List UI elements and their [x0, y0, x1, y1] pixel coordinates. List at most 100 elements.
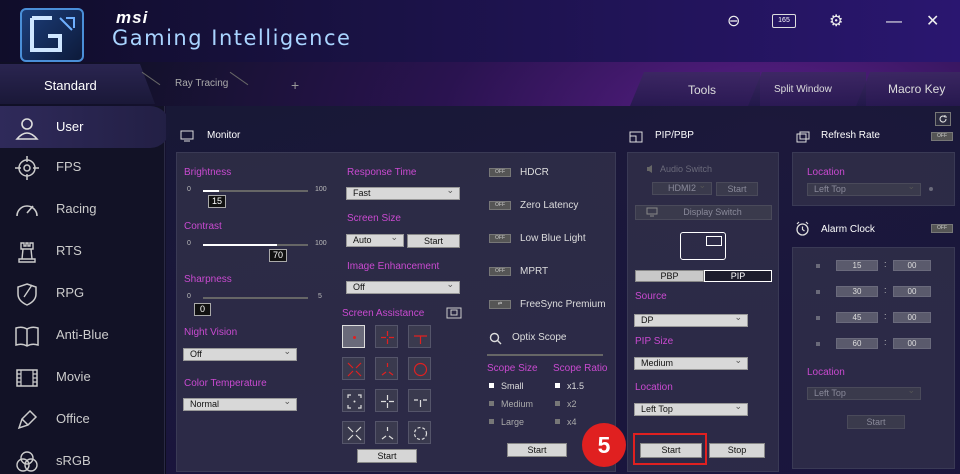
optix-scope-start-button[interactable]: Start: [507, 443, 567, 457]
step-callout-badge: 5: [582, 423, 626, 467]
crosshair-option-7[interactable]: [342, 389, 365, 412]
alarm-minutes-2[interactable]: 30: [836, 286, 878, 297]
sidebar-item-fps[interactable]: FPS: [0, 146, 165, 188]
screen-size-select[interactable]: Auto: [346, 232, 404, 247]
freesync-indicator: ⇄: [489, 300, 511, 309]
mprt-toggle[interactable]: OFF: [489, 267, 511, 276]
sidebar-item-user[interactable]: User: [0, 106, 170, 148]
tab-split-window[interactable]: Split Window: [748, 72, 866, 106]
audio-source-select[interactable]: HDMI2: [652, 180, 712, 195]
scope-ratio-x1-5-checkbox[interactable]: [555, 383, 560, 388]
sidebar-item-movie[interactable]: Movie: [0, 356, 165, 398]
scope-size-medium-checkbox[interactable]: [489, 401, 494, 406]
hdcr-toggle[interactable]: OFF: [489, 168, 511, 177]
color-temperature-select[interactable]: Normal: [183, 396, 297, 411]
sidebar-item-rts[interactable]: RTS: [0, 230, 165, 272]
time-separator: :: [884, 285, 887, 295]
screen-assistance-settings-icon[interactable]: [446, 307, 462, 319]
alarm-minutes-4[interactable]: 60: [836, 338, 878, 349]
night-vision-select[interactable]: Off: [183, 346, 297, 361]
add-tab-button[interactable]: +: [291, 77, 299, 93]
color-temperature-label: Color Temperature: [184, 378, 267, 389]
scope-size-small-checkbox[interactable]: [489, 383, 494, 388]
speedometer-icon: [16, 205, 38, 217]
sharpness-slider[interactable]: [203, 297, 308, 299]
low-blue-light-toggle[interactable]: OFF: [489, 234, 511, 243]
alarm-start-button[interactable]: Start: [847, 415, 905, 429]
scope-ratio-x2-label: x2: [567, 399, 577, 409]
time-separator: :: [884, 311, 887, 321]
alarm-minutes-1[interactable]: 15: [836, 260, 878, 271]
response-time-select[interactable]: Fast: [346, 185, 460, 200]
minimize-icon[interactable]: —: [886, 13, 902, 31]
sidebar-item-office[interactable]: Office: [0, 398, 165, 440]
crosshair-option-4[interactable]: [342, 357, 365, 380]
alarm-clock-panel: [792, 247, 955, 469]
alarm-radio-4[interactable]: [816, 342, 820, 346]
alarm-clock-toggle[interactable]: OFF: [931, 224, 953, 233]
alarm-location-select[interactable]: Left Top: [807, 385, 921, 400]
sidebar-item-anti-blue[interactable]: Anti-Blue: [0, 314, 165, 356]
alarm-seconds-1[interactable]: 00: [893, 260, 931, 271]
crosshair-option-1[interactable]: [342, 325, 365, 348]
minimize-to-tray-icon[interactable]: ⊖: [727, 11, 740, 31]
pip-size-select[interactable]: Medium: [634, 355, 748, 370]
close-icon[interactable]: ✕: [926, 11, 939, 31]
refresh-icon[interactable]: [935, 112, 951, 126]
alarm-minutes-3[interactable]: 45: [836, 312, 878, 323]
brightness-slider-fill: [203, 190, 219, 192]
crosshair-option-8[interactable]: [375, 389, 398, 412]
tab-standard[interactable]: Standard: [0, 64, 155, 104]
sidebar-item-racing[interactable]: Racing: [0, 188, 165, 230]
sidebar-item-rpg[interactable]: RPG: [0, 272, 165, 314]
alarm-radio-2[interactable]: [816, 290, 820, 294]
crosshair-option-11[interactable]: [375, 421, 398, 444]
screen-assistance-start-button[interactable]: Start: [357, 449, 417, 463]
crosshair-option-9[interactable]: [408, 389, 431, 412]
mode-pip-button[interactable]: PIP: [704, 270, 772, 282]
scope-size-large-checkbox[interactable]: [489, 419, 494, 424]
screen-size-start-button[interactable]: Start: [407, 234, 460, 248]
pip-source-select[interactable]: DP: [634, 312, 748, 327]
audio-switch-start-button[interactable]: Start: [716, 182, 758, 196]
monitor-title: Monitor: [207, 130, 241, 141]
crosshair-option-10[interactable]: [342, 421, 365, 444]
sharpness-value[interactable]: 0: [194, 303, 211, 316]
refresh-rate-panel: [792, 152, 955, 206]
crosshair-option-3[interactable]: [408, 325, 431, 348]
contrast-value[interactable]: 70: [269, 249, 287, 262]
alarm-radio-3[interactable]: [816, 316, 820, 320]
pip-panel: [627, 152, 779, 472]
image-enhancement-select[interactable]: Off: [346, 279, 460, 294]
alarm-seconds-3[interactable]: 00: [893, 312, 931, 323]
gear-icon[interactable]: ⚙: [829, 11, 843, 31]
speaker-icon: [647, 165, 652, 173]
alarm-seconds-2[interactable]: 00: [893, 286, 931, 297]
pip-location-select[interactable]: Left Top: [634, 401, 748, 416]
crosshair-option-2[interactable]: [375, 325, 398, 348]
monitor-icon: [180, 130, 194, 142]
scope-ratio-x4-checkbox[interactable]: [555, 419, 560, 424]
alarm-radio-1[interactable]: [816, 264, 820, 268]
crosshair-option-12[interactable]: [408, 421, 431, 444]
crosshair-option-6[interactable]: [408, 357, 431, 380]
alarm-seconds-4[interactable]: 00: [893, 338, 931, 349]
tab-tools[interactable]: Tools: [630, 72, 760, 106]
brightness-value[interactable]: 15: [208, 195, 226, 208]
alarm-location-label: Location: [807, 367, 845, 378]
mode-pbp-button[interactable]: PBP: [635, 270, 704, 282]
brightness-slider[interactable]: [203, 190, 308, 192]
crosshair-option-5[interactable]: [375, 357, 398, 380]
tab-ray-tracing[interactable]: Ray Tracing: [175, 78, 228, 89]
pip-stop-button[interactable]: Stop: [709, 443, 765, 458]
refresh-location-select[interactable]: Left Top: [807, 181, 921, 196]
sidebar-item-srgb[interactable]: sRGB: [0, 440, 165, 474]
refresh-rate-toggle[interactable]: OFF: [931, 132, 953, 141]
refresh-rate-icon[interactable]: 165: [772, 14, 796, 28]
scope-ratio-x2-checkbox[interactable]: [555, 401, 560, 406]
highlight-box: [633, 433, 707, 465]
mprt-label: MPRT: [520, 266, 549, 277]
zero-latency-toggle[interactable]: OFF: [489, 201, 511, 210]
contrast-slider[interactable]: [203, 244, 308, 246]
tab-macro-key[interactable]: Macro Key: [856, 72, 960, 106]
